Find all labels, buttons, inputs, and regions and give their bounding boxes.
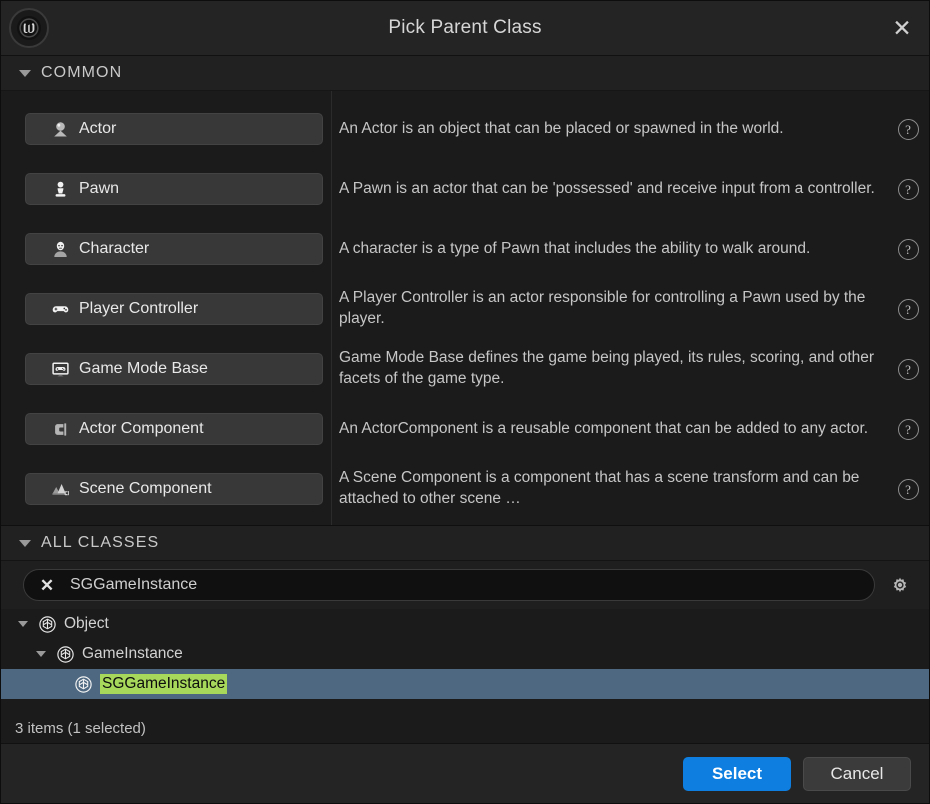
tree-row[interactable]: Object [1, 609, 929, 639]
class-description: A Scene Component is a component that ha… [339, 469, 860, 507]
class-description-cell: A Pawn is an actor that can be 'possesse… [331, 159, 929, 219]
pick-parent-class-dialog: Pick Parent Class ✕ COMMON Actor An Acto… [0, 0, 930, 804]
help-icon[interactable]: ? [891, 352, 925, 386]
tree-item-label: Object [64, 615, 109, 632]
tree-item-label: SGGameInstance [100, 674, 228, 694]
search-input-value: SGGameInstance [70, 576, 198, 593]
tree-row[interactable]: GameInstance [1, 639, 929, 669]
status-bar: 3 items (1 selected) [1, 713, 929, 743]
class-description-cell: A Scene Component is a component that ha… [331, 459, 929, 519]
chevron-down-icon [19, 539, 31, 547]
search-input[interactable]: ✕ SGGameInstance [23, 569, 875, 601]
common-class-row-actor: Actor An Actor is an object that can be … [1, 99, 929, 159]
common-class-row-pawn: Pawn A Pawn is an actor that can be 'pos… [1, 159, 929, 219]
class-label: Pawn [79, 180, 120, 197]
character-icon [50, 239, 70, 259]
class-label: Character [79, 240, 150, 257]
class-button-character[interactable]: Character [25, 233, 323, 265]
class-label: Actor [79, 120, 117, 137]
class-description-cell: A character is a type of Pawn that inclu… [331, 219, 929, 279]
common-class-row-character: Character A character is a type of Pawn … [1, 219, 929, 279]
help-icon[interactable]: ? [891, 232, 925, 266]
tree-arrow-placeholder [51, 676, 67, 692]
class-button-scene-component[interactable]: Scene Component [25, 473, 323, 505]
class-description: Game Mode Base defines the game being pl… [339, 349, 875, 387]
class-button-pawn[interactable]: Pawn [25, 173, 323, 205]
class-icon [56, 645, 75, 664]
dialog-title: Pick Parent Class [388, 17, 542, 38]
class-label: Game Mode Base [79, 360, 208, 377]
dialog-footer: Select Cancel [1, 743, 929, 803]
item-count-status: 3 items (1 selected) [15, 720, 146, 737]
chevron-down-icon[interactable] [15, 616, 31, 632]
common-classes-list: Actor An Actor is an object that can be … [1, 90, 929, 525]
scene-component-icon [50, 479, 70, 499]
select-button[interactable]: Select [683, 756, 791, 791]
class-button-game-mode-base[interactable]: Game Mode Base [25, 353, 323, 385]
class-button-cell: Player Controller [1, 279, 331, 339]
class-description: A Pawn is an actor that can be 'possesse… [339, 179, 875, 197]
game-mode-icon [50, 359, 70, 379]
common-class-row-actor-component: Actor Component An ActorComponent is a r… [1, 399, 929, 459]
class-description: An Actor is an object that can be placed… [339, 119, 784, 137]
common-class-row-game-mode-base: Game Mode Base Game Mode Base defines th… [1, 339, 929, 399]
class-button-cell: Game Mode Base [1, 339, 331, 399]
class-description: An ActorComponent is a reusable componen… [339, 419, 869, 437]
class-description-cell: An ActorComponent is a reusable componen… [331, 399, 929, 459]
tree-item-label: GameInstance [82, 645, 183, 662]
common-class-row-player-controller: Player Controller A Player Controller is… [1, 279, 929, 339]
gear-icon[interactable] [885, 570, 915, 600]
gamepad-icon [50, 299, 70, 319]
help-icon[interactable]: ? [891, 172, 925, 206]
unreal-engine-logo-icon [9, 8, 49, 48]
class-description-cell: A Player Controller is an actor responsi… [331, 279, 929, 339]
section-title-common: COMMON [41, 64, 123, 81]
pawn-icon [50, 179, 70, 199]
clear-x-icon[interactable]: ✕ [38, 576, 56, 594]
class-button-cell: Actor [1, 99, 331, 159]
tree-row-selected[interactable]: SGGameInstance [1, 669, 929, 699]
actor-icon [50, 119, 70, 139]
class-button-actor[interactable]: Actor [25, 113, 323, 145]
class-button-actor-component[interactable]: Actor Component [25, 413, 323, 445]
class-description-cell: An Actor is an object that can be placed… [331, 99, 929, 159]
help-icon[interactable]: ? [891, 412, 925, 446]
section-header-all-classes[interactable]: ALL CLASSES [1, 526, 929, 560]
class-button-cell: Scene Component [1, 459, 331, 519]
class-icon [38, 615, 57, 634]
cancel-button[interactable]: Cancel [803, 756, 911, 791]
class-label: Scene Component [79, 480, 212, 497]
class-description: A Player Controller is an actor responsi… [339, 289, 866, 327]
class-icon [74, 675, 93, 694]
chevron-down-icon [19, 69, 31, 77]
common-class-row-scene-component: Scene Component A Scene Component is a c… [1, 459, 929, 519]
actor-component-icon [50, 419, 70, 439]
help-icon[interactable]: ? [891, 292, 925, 326]
help-icon[interactable]: ? [891, 472, 925, 506]
all-classes-panel: ✕ SGGameInstance Object GameInstance SGG… [1, 560, 929, 743]
section-title-all-classes: ALL CLASSES [41, 534, 160, 551]
class-label: Player Controller [79, 300, 199, 317]
class-description: A character is a type of Pawn that inclu… [339, 239, 811, 257]
chevron-down-icon[interactable] [33, 646, 49, 662]
class-button-cell: Character [1, 219, 331, 279]
section-header-common[interactable]: COMMON [1, 56, 929, 90]
class-button-cell: Pawn [1, 159, 331, 219]
class-button-cell: Actor Component [1, 399, 331, 459]
close-icon[interactable]: ✕ [875, 1, 929, 56]
title-bar: Pick Parent Class ✕ [1, 1, 929, 56]
class-description-cell: Game Mode Base defines the game being pl… [331, 339, 929, 399]
class-label: Actor Component [79, 420, 204, 437]
class-tree[interactable]: Object GameInstance SGGameInstance [1, 609, 929, 713]
search-row: ✕ SGGameInstance [1, 561, 929, 609]
class-button-player-controller[interactable]: Player Controller [25, 293, 323, 325]
help-icon[interactable]: ? [891, 112, 925, 146]
